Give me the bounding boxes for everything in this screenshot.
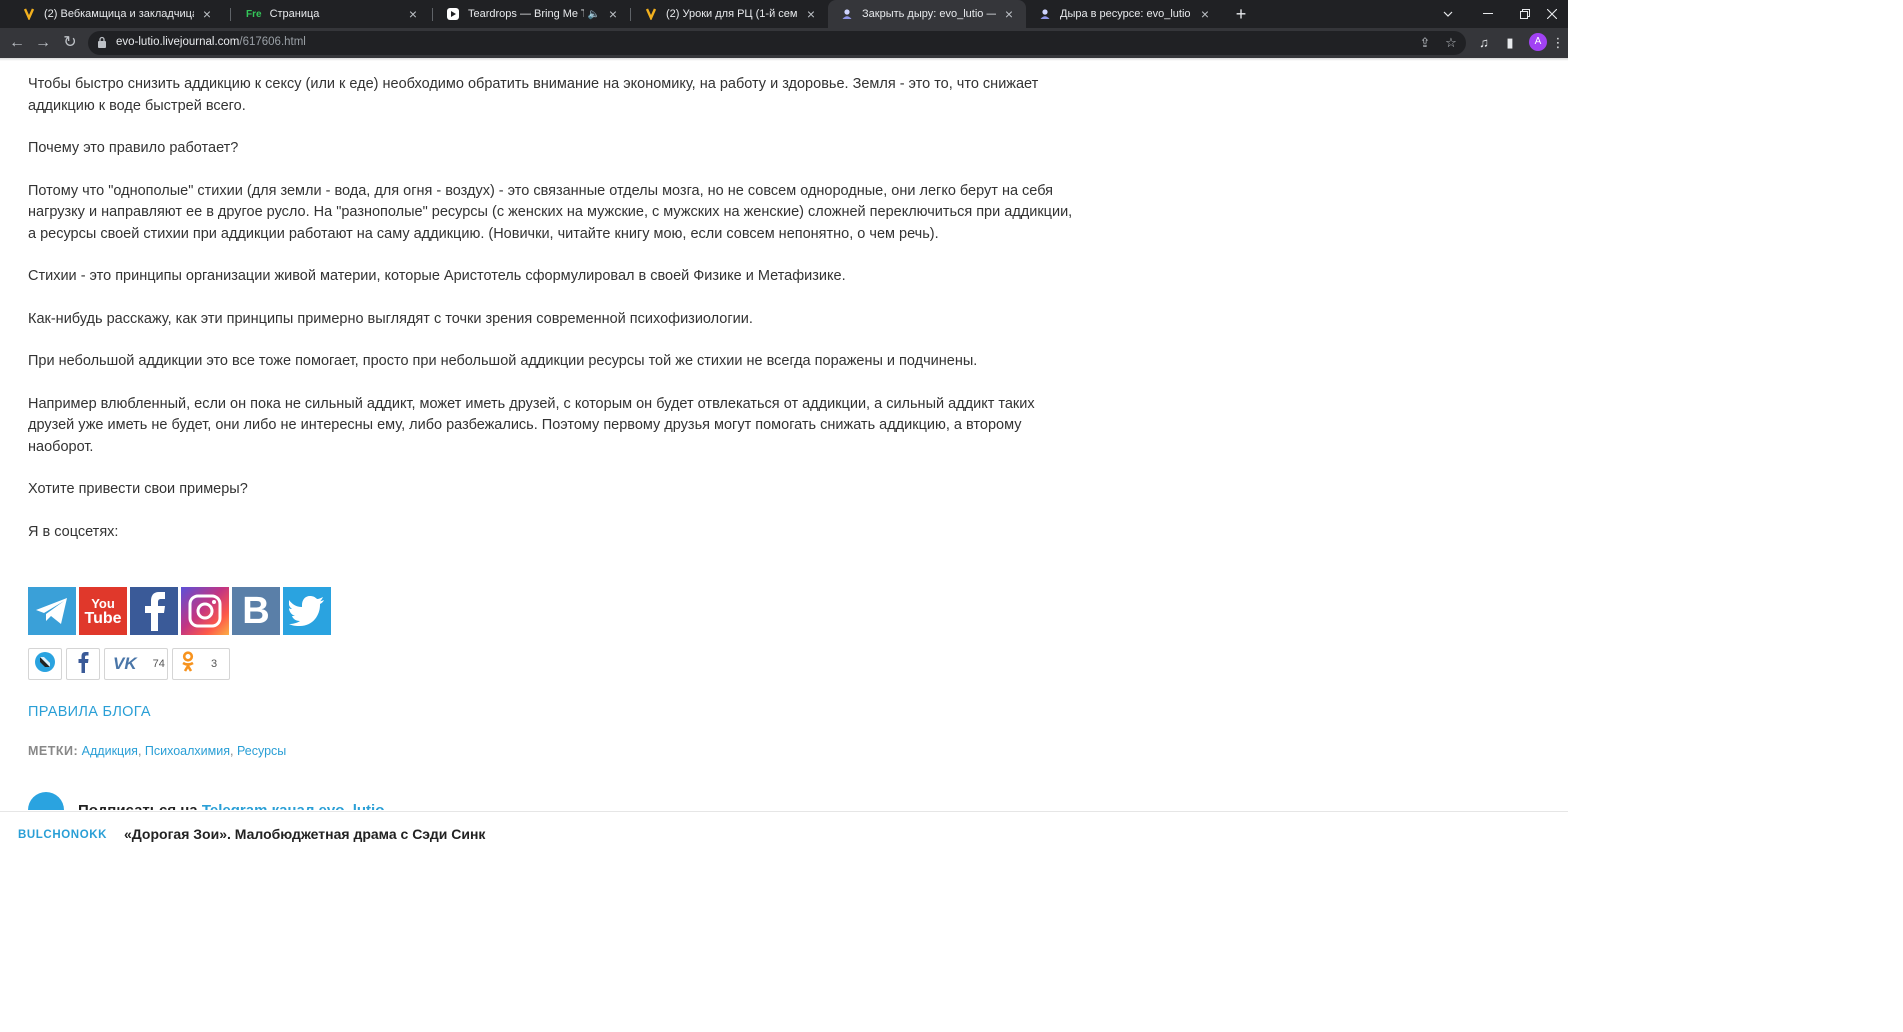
share-buttons: VK 74 3 [28,648,230,680]
article-paragraph: Стихии - это принципы организации живой … [28,268,846,284]
close-icon[interactable]: × [406,6,420,22]
tab-title: Дыра в ресурсе: evo_lutio — Ж [1060,8,1192,20]
tab-2[interactable]: Fre Страница × [234,0,430,28]
telegram-icon[interactable] [28,587,76,635]
tab-strip: (2) Вебкамщица и закладчица в × Fre Стра… [0,0,1568,28]
close-icon[interactable]: × [606,6,620,22]
share-livejournal-button[interactable] [28,648,62,680]
facebook-share-icon [77,651,89,678]
reload-icon[interactable]: ↻ [60,33,80,53]
article-paragraph: Потому что "однополые" стихии (для земли… [28,182,1073,242]
close-window-button[interactable] [1532,0,1572,28]
new-tab-button[interactable]: + [1230,3,1252,25]
tags-label: МЕТКИ: [28,744,79,758]
address-bar[interactable]: evo-lutio.livejournal.com/617606.html ⇪ … [88,31,1466,55]
social-links: You Tube B [28,587,331,635]
forward-arrow-icon[interactable]: → [33,33,53,53]
article-paragraph: Хотите привести свои примеры? [28,481,248,497]
share-vk-button[interactable]: VK 74 [104,648,168,680]
share-icon[interactable]: ⇪ [1416,34,1434,52]
close-icon[interactable]: × [1002,6,1016,22]
livejournal-share-icon [34,651,56,678]
browser-toolbar: ← → ↻ evo-lutio.livejournal.com/617606.h… [0,28,1568,58]
tab-title: Страница [269,8,320,20]
url-text: evo-lutio.livejournal.com/617606.html [116,36,306,48]
close-icon[interactable]: × [1198,6,1212,22]
speaker-mute-icon[interactable]: 🔈 [588,9,600,20]
tab-title: (2) Уроки для РЦ (1-й семестр) | [666,8,798,20]
article-paragraph: Почему это правило работает? [28,140,239,156]
close-icon[interactable]: × [200,6,214,22]
livejournal-icon [22,7,36,21]
toolbar-shadow [0,58,1568,61]
media-controls-icon[interactable]: ♫ [1474,33,1494,53]
back-arrow-icon[interactable]: ← [7,33,27,53]
article-body: Чтобы быстро снизить аддикцию к сексу (и… [28,74,1078,564]
menu-dots-icon[interactable]: ⋮ [1548,33,1568,53]
blog-rules-link[interactable]: ПРАВИЛА БЛОГА [28,704,151,720]
user-icon [840,7,854,21]
vk-share-count: 74 [152,658,165,670]
ok-share-count: 3 [211,658,218,670]
tag-link[interactable]: Психоалхимия [145,744,230,758]
tags-row: МЕТКИ: Аддикция, Психоалхимия, Ресурсы [28,744,287,758]
bottom-recommendation-bar: BULCHONOKK «Дорогая Зои». Малобюджетная … [0,811,1568,851]
article-paragraph: Чтобы быстро снизить аддикцию к сексу (и… [28,76,1039,114]
telegram-promo-text: Подписаться на Telegram канал evo_lutio [78,802,384,810]
lock-icon [98,36,106,48]
close-icon[interactable]: × [804,6,818,22]
twitter-icon[interactable] [283,587,331,635]
bookmark-star-icon[interactable]: ☆ [1442,34,1460,52]
youtube-icon[interactable]: You Tube [79,587,127,635]
recommended-author-link[interactable]: BULCHONOKK [18,829,107,841]
tab-search-icon[interactable] [1428,0,1468,28]
tab-title: (2) Вебкамщица и закладчица в [44,8,194,20]
tab-6[interactable]: Дыра в ресурсе: evo_lutio — Ж × [1026,0,1222,28]
vk-share-icon: VK [113,654,137,673]
tab-title: Teardrops — Bring Me The H [468,8,584,20]
article-paragraph: Например влюбленный, если он пока не сил… [28,395,1035,455]
tab-3[interactable]: Teardrops — Bring Me The H 🔈 × [434,0,630,28]
instagram-icon[interactable] [181,587,229,635]
recommended-post-link[interactable]: «Дорогая Зои». Малобюджетная драма с Сэд… [124,826,485,842]
play-icon [446,7,460,21]
share-facebook-button[interactable] [66,648,100,680]
tab-favicon-text: Fre [246,8,262,20]
profile-avatar[interactable]: A [1529,33,1547,51]
tag-link[interactable]: Ресурсы [237,744,286,758]
odnoklassniki-share-icon [181,650,195,678]
livejournal-icon [644,7,658,21]
tab-title: Закрыть дыру: evo_lutio — ЖЖ [862,8,996,20]
tag-link[interactable]: Аддикция [82,744,138,758]
vkontakte-icon[interactable]: B [232,587,280,635]
facebook-icon[interactable] [130,587,178,635]
article-paragraph: При небольшой аддикции это все тоже помо… [28,353,978,369]
tab-1[interactable]: (2) Вебкамщица и закладчица в × [10,0,224,28]
share-ok-button[interactable]: 3 [172,648,230,680]
article-paragraph: Как-нибудь расскажу, как эти принципы пр… [28,310,753,327]
tab-4[interactable]: (2) Уроки для РЦ (1-й семестр) | × [632,0,828,28]
article-paragraph: Я в соцсетях: [28,523,119,540]
tab-5-active[interactable]: Закрыть дыру: evo_lutio — ЖЖ × [828,0,1026,28]
user-icon [1038,7,1052,21]
side-panel-icon[interactable]: ▮ [1500,33,1520,53]
minimize-button[interactable] [1468,0,1508,28]
telegram-promo-icon [28,792,64,810]
telegram-promo: Подписаться на Telegram канал evo_lutio [28,792,1028,810]
telegram-channel-link[interactable]: Telegram канал evo_lutio [202,802,385,810]
